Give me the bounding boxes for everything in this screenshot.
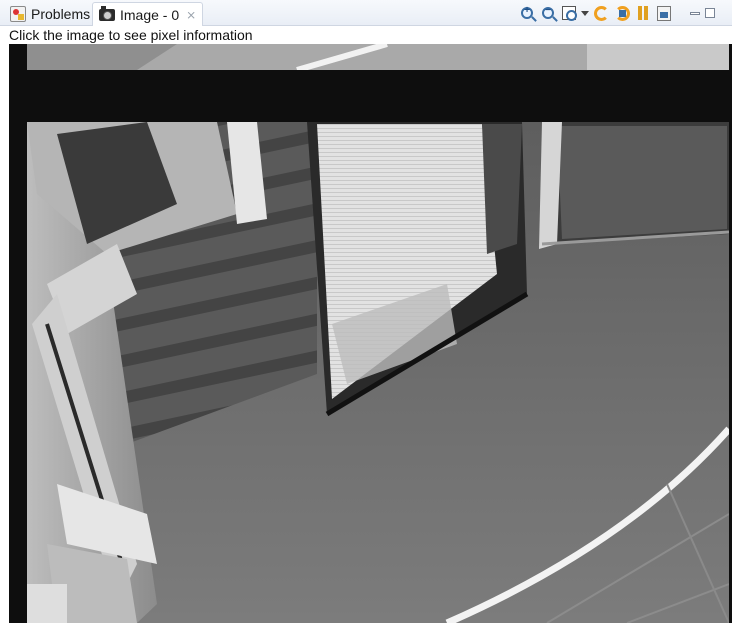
zoom-menu-dropdown[interactable] <box>581 4 589 22</box>
image-toolbar: + − <box>518 3 716 23</box>
zoom-fit-button[interactable] <box>560 4 578 22</box>
rotate-button[interactable] <box>592 4 610 22</box>
minimize-button[interactable] <box>689 7 701 19</box>
zoom-out-glyph: − <box>545 5 551 16</box>
rotate-icon <box>593 5 609 21</box>
zoom-in-button[interactable]: + <box>518 4 536 22</box>
zoom-fit-icon <box>562 6 577 21</box>
tab-image[interactable]: Image - 0 ⨯ <box>92 2 204 26</box>
save-image-button[interactable] <box>655 4 673 22</box>
tab-problems[interactable]: Problems <box>4 2 96 26</box>
minimize-icon <box>690 11 700 15</box>
zoom-in-icon: + <box>521 5 533 19</box>
image-viewer-canvas[interactable] <box>9 44 732 623</box>
maximize-icon <box>705 8 715 18</box>
camera-image-svg <box>27 44 729 623</box>
save-icon <box>657 5 671 21</box>
tab-image-label: Image - 0 <box>120 6 180 23</box>
zoom-out-button[interactable]: − <box>539 4 557 22</box>
refresh-icon <box>614 5 630 21</box>
pause-icon <box>636 6 650 20</box>
pause-button[interactable] <box>634 4 652 22</box>
zoom-out-icon: − <box>542 5 554 19</box>
view-tab-bar: Problems Image - 0 ⨯ + − <box>0 0 732 26</box>
maximize-button[interactable] <box>704 7 716 19</box>
zoom-in-glyph: + <box>524 5 530 16</box>
chevron-down-icon <box>581 10 589 16</box>
tab-problems-label: Problems <box>31 6 91 22</box>
camera-icon <box>99 6 115 21</box>
refresh-button[interactable] <box>613 4 631 22</box>
close-tab-icon[interactable]: ⨯ <box>186 8 196 22</box>
problems-icon <box>10 6 26 22</box>
camera-image[interactable] <box>27 44 729 623</box>
pixel-info-label: Click the image to see pixel information <box>9 27 253 43</box>
scene-dark-band <box>27 70 729 122</box>
